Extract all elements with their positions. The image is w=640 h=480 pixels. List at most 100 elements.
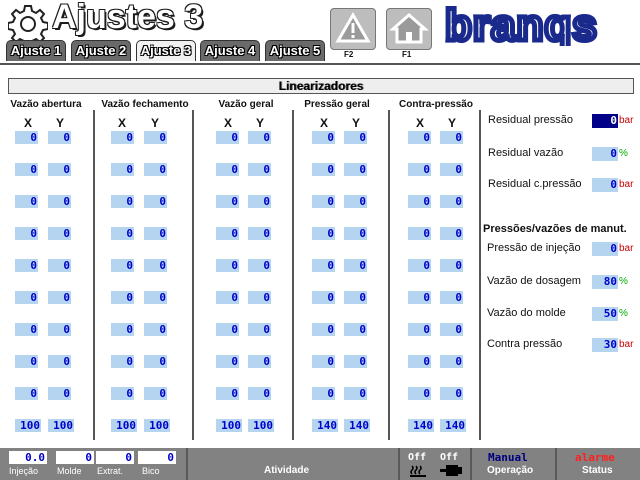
point-x-input[interactable]: 0 (312, 323, 335, 336)
point-x-input[interactable]: 0 (312, 387, 335, 400)
point-y-input[interactable]: 0 (248, 131, 271, 144)
point-y-input[interactable]: 0 (144, 131, 167, 144)
point-y-input[interactable]: 0 (248, 259, 271, 272)
tab-ajuste-2[interactable]: Ajuste 2 (71, 40, 131, 61)
tab-ajuste-3[interactable]: Ajuste 3 (136, 40, 196, 61)
point-y-input[interactable]: 140 (440, 419, 466, 432)
point-y-input[interactable]: 0 (248, 195, 271, 208)
point-y-input[interactable]: 0 (48, 323, 71, 336)
point-y-input[interactable]: 0 (344, 323, 367, 336)
residual-input[interactable]: 0 (592, 178, 618, 192)
point-x-input[interactable]: 0 (408, 291, 431, 304)
point-y-input[interactable]: 0 (48, 387, 71, 400)
point-x-input[interactable]: 0 (111, 163, 134, 176)
point-x-input[interactable]: 0 (15, 163, 38, 176)
point-x-input[interactable]: 0 (216, 323, 239, 336)
point-y-input[interactable]: 0 (344, 227, 367, 240)
point-y-input[interactable]: 0 (344, 195, 367, 208)
point-x-input[interactable]: 0 (408, 131, 431, 144)
point-x-input[interactable]: 0 (408, 355, 431, 368)
point-y-input[interactable]: 0 (344, 259, 367, 272)
point-x-input[interactable]: 0 (312, 131, 335, 144)
point-y-input[interactable]: 0 (248, 291, 271, 304)
point-y-input[interactable]: 0 (48, 227, 71, 240)
maintenance-input[interactable]: 0 (592, 242, 618, 256)
point-x-input[interactable]: 140 (408, 419, 434, 432)
tab-ajuste-4[interactable]: Ajuste 4 (200, 40, 260, 61)
point-x-input[interactable]: 100 (15, 419, 41, 432)
point-x-input[interactable]: 140 (312, 419, 338, 432)
tab-ajuste-1[interactable]: Ajuste 1 (6, 40, 66, 61)
point-x-input[interactable]: 100 (216, 419, 242, 432)
point-y-input[interactable]: 0 (440, 195, 463, 208)
point-y-input[interactable]: 0 (248, 227, 271, 240)
tab-ajuste-5[interactable]: Ajuste 5 (265, 40, 325, 61)
point-y-input[interactable]: 0 (440, 227, 463, 240)
point-y-input[interactable]: 0 (144, 195, 167, 208)
point-y-input[interactable]: 0 (144, 227, 167, 240)
point-x-input[interactable]: 0 (216, 387, 239, 400)
point-x-input[interactable]: 0 (216, 291, 239, 304)
point-y-input[interactable]: 0 (440, 387, 463, 400)
point-x-input[interactable]: 0 (408, 259, 431, 272)
point-x-input[interactable]: 0 (216, 355, 239, 368)
point-y-input[interactable]: 0 (248, 355, 271, 368)
point-y-input[interactable]: 0 (48, 163, 71, 176)
point-x-input[interactable]: 0 (408, 227, 431, 240)
point-x-input[interactable]: 0 (408, 195, 431, 208)
point-x-input[interactable]: 0 (312, 195, 335, 208)
point-x-input[interactable]: 0 (111, 195, 134, 208)
point-x-input[interactable]: 0 (111, 227, 134, 240)
point-y-input[interactable]: 100 (248, 419, 274, 432)
point-x-input[interactable]: 0 (15, 387, 38, 400)
residual-input[interactable]: 0 (592, 114, 618, 128)
residual-input[interactable]: 0 (592, 147, 618, 161)
point-y-input[interactable]: 0 (48, 131, 71, 144)
point-x-input[interactable]: 0 (15, 323, 38, 336)
point-y-input[interactable]: 0 (144, 259, 167, 272)
point-y-input[interactable]: 0 (48, 355, 71, 368)
point-y-input[interactable]: 140 (344, 419, 370, 432)
point-x-input[interactable]: 0 (15, 355, 38, 368)
point-x-input[interactable]: 0 (15, 131, 38, 144)
point-x-input[interactable]: 0 (312, 259, 335, 272)
point-x-input[interactable]: 0 (111, 291, 134, 304)
point-x-input[interactable]: 0 (312, 355, 335, 368)
point-x-input[interactable]: 0 (312, 291, 335, 304)
point-x-input[interactable]: 0 (216, 163, 239, 176)
point-x-input[interactable]: 0 (216, 259, 239, 272)
point-x-input[interactable]: 0 (216, 131, 239, 144)
maintenance-input[interactable]: 50 (592, 307, 618, 321)
point-y-input[interactable]: 0 (344, 131, 367, 144)
maintenance-input[interactable]: 80 (592, 275, 618, 289)
point-y-input[interactable]: 100 (48, 419, 74, 432)
point-y-input[interactable]: 0 (440, 355, 463, 368)
point-x-input[interactable]: 0 (111, 131, 134, 144)
point-x-input[interactable]: 0 (111, 355, 134, 368)
point-y-input[interactable]: 100 (144, 419, 170, 432)
point-y-input[interactable]: 0 (344, 291, 367, 304)
point-x-input[interactable]: 0 (15, 291, 38, 304)
point-x-input[interactable]: 0 (15, 227, 38, 240)
point-x-input[interactable]: 0 (216, 227, 239, 240)
point-y-input[interactable]: 0 (48, 195, 71, 208)
point-x-input[interactable]: 0 (312, 227, 335, 240)
point-x-input[interactable]: 100 (111, 419, 137, 432)
point-x-input[interactable]: 0 (408, 163, 431, 176)
point-x-input[interactable]: 0 (408, 323, 431, 336)
point-y-input[interactable]: 0 (144, 355, 167, 368)
point-x-input[interactable]: 0 (111, 259, 134, 272)
maintenance-input[interactable]: 30 (592, 338, 618, 352)
point-y-input[interactable]: 0 (144, 291, 167, 304)
point-x-input[interactable]: 0 (408, 387, 431, 400)
point-y-input[interactable]: 0 (144, 387, 167, 400)
point-y-input[interactable]: 0 (144, 163, 167, 176)
point-y-input[interactable]: 0 (440, 323, 463, 336)
point-y-input[interactable]: 0 (144, 323, 167, 336)
point-y-input[interactable]: 0 (48, 291, 71, 304)
point-y-input[interactable]: 0 (248, 163, 271, 176)
point-x-input[interactable]: 0 (312, 163, 335, 176)
point-y-input[interactable]: 0 (248, 323, 271, 336)
point-x-input[interactable]: 0 (216, 195, 239, 208)
point-y-input[interactable]: 0 (440, 163, 463, 176)
